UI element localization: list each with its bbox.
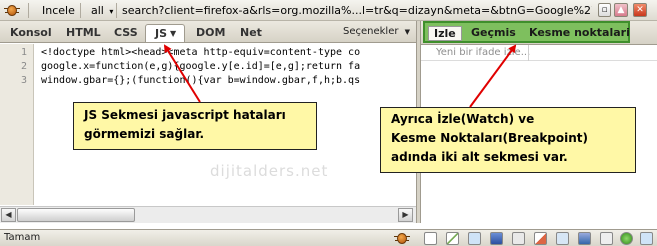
detach-icon[interactable]: ▫ <box>598 3 611 17</box>
tab-breakpoints[interactable]: Kesme noktalari <box>529 26 630 41</box>
tab-dom[interactable]: DOM <box>196 24 225 42</box>
page-icon[interactable] <box>424 232 437 245</box>
chevron-down-icon: ▼ <box>404 28 411 36</box>
firebug-icon[interactable] <box>4 3 20 18</box>
tab-net[interactable]: Net <box>240 24 262 42</box>
annotation-callout-side-tabs: Ayrıca İzle(Watch) ve Kesme Noktaları(Br… <box>380 107 636 173</box>
callout-line: JS Sekmesi javascript hataları <box>84 108 286 122</box>
script-filter-dropdown[interactable]: all ▾ <box>91 3 113 18</box>
tab-css[interactable]: CSS <box>114 24 138 42</box>
tab-watch[interactable]: Izle <box>428 26 462 41</box>
chevron-down-icon: ▾ <box>109 7 114 16</box>
inspect-button[interactable]: Incele <box>42 3 75 18</box>
copy-icon[interactable] <box>512 232 525 245</box>
panel-tabs: Konsol HTML CSS JS ▼ DOM Net Seçenekler ▼ <box>0 21 416 43</box>
tab-html[interactable]: HTML <box>66 24 101 42</box>
resize-icon[interactable] <box>578 232 591 245</box>
callout-line: Ayrıca İzle(Watch) ve <box>391 112 535 126</box>
watch-new-expression-row[interactable]: Yeni bir ifade izle... <box>421 45 657 61</box>
window-icon[interactable] <box>468 232 481 245</box>
options-menu[interactable]: Seçenekler ▼ <box>343 26 410 37</box>
tab-js[interactable]: JS ▼ <box>145 24 186 42</box>
firebug-status-icon[interactable] <box>394 231 410 246</box>
line-number: 2 <box>20 61 27 72</box>
code-line[interactable]: google.x=function(e,g){google.y[e.id]=[e… <box>41 61 413 72</box>
status-ok-icon[interactable] <box>620 232 633 245</box>
annotation-callout-js: JS Sekmesi javascript hataları görmemizi… <box>73 102 317 150</box>
collapse-icon[interactable]: ▲ <box>614 3 628 17</box>
tab-console[interactable]: Konsol <box>10 24 52 42</box>
tab-stack[interactable]: Geçmis <box>471 26 516 41</box>
line-number: 3 <box>20 75 27 86</box>
callout-line: görmemizi sağlar. <box>84 127 205 141</box>
edit-icon[interactable] <box>534 232 547 245</box>
info-icon[interactable] <box>640 232 653 245</box>
save-icon[interactable] <box>490 232 503 245</box>
toolbar-separator <box>80 3 81 18</box>
toolbar-separator <box>28 3 29 18</box>
options-label: Seçenekler <box>343 26 399 37</box>
scroll-left-icon[interactable]: ◀ <box>1 208 16 222</box>
watch-input-placeholder[interactable]: Yeni bir ifade izle... <box>436 47 530 58</box>
chevron-down-icon: ▼ <box>170 29 177 38</box>
firebug-toolbar: Incele all ▾ search?client=firefox-a&rls… <box>0 0 657 21</box>
side-tabs-highlight: Izle Geçmis Kesme noktalari <box>423 21 630 43</box>
tools-icon[interactable] <box>600 232 613 245</box>
script-location[interactable]: search?client=firefox-a&rls=org.mozilla%… <box>122 3 592 18</box>
image-icon[interactable] <box>556 232 569 245</box>
status-text: Tamam <box>4 232 41 243</box>
watch-column-divider <box>528 45 529 61</box>
script-filter-label: all <box>91 4 104 17</box>
toolbar-separator <box>116 3 117 18</box>
horizontal-scrollbar[interactable]: ◀ ▶ <box>0 206 416 223</box>
callout-line: adında iki alt sekmesi var. <box>391 150 568 164</box>
watermark: dijitalders.net <box>210 162 329 180</box>
line-number: 1 <box>20 47 27 58</box>
tab-js-label: JS <box>155 27 168 40</box>
line-number-gutter: 1 2 3 <box>0 44 34 205</box>
scrollbar-thumb[interactable] <box>17 208 135 222</box>
status-bar: Tamam <box>0 229 657 246</box>
code-line[interactable]: <!doctype html><head><meta http-equiv=co… <box>41 47 413 58</box>
callout-line: Kesme Noktaları(Breakpoint) <box>391 131 589 145</box>
pencil-icon[interactable] <box>446 232 459 245</box>
scroll-right-icon[interactable]: ▶ <box>398 208 413 222</box>
code-line[interactable]: window.gbar={};(function(){var b=window.… <box>41 75 413 86</box>
close-icon[interactable]: ✕ <box>633 3 647 17</box>
